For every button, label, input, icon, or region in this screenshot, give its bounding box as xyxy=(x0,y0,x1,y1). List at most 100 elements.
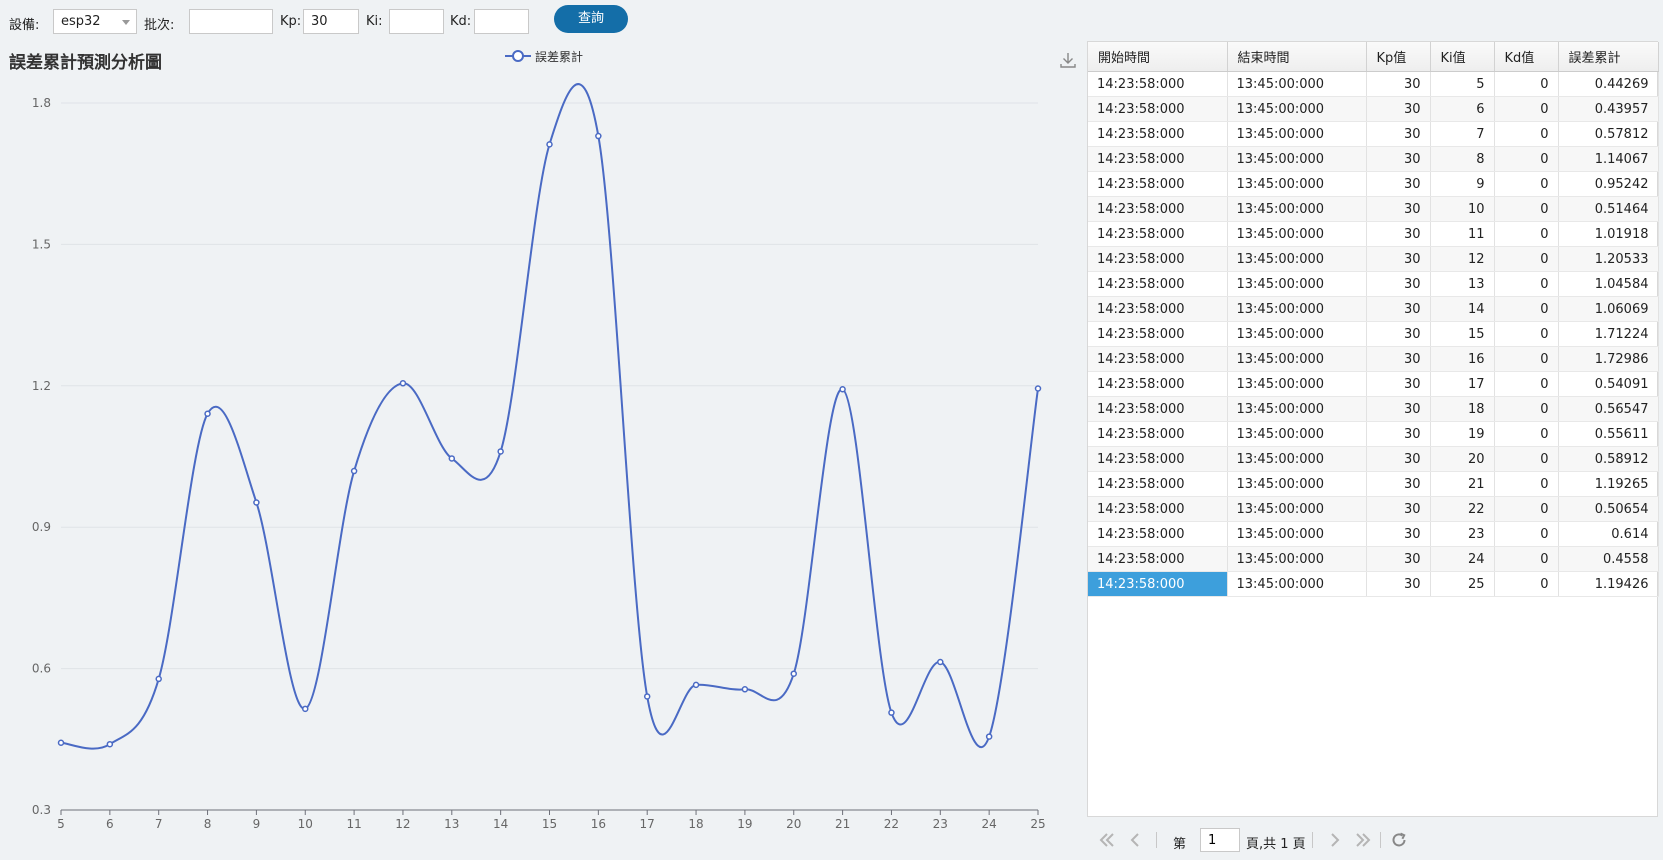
refresh-icon[interactable] xyxy=(1390,831,1408,849)
cell-error-sum[interactable]: 0.51464 xyxy=(1558,196,1659,222)
cell-error-sum[interactable]: 0.56547 xyxy=(1558,396,1659,422)
cell-kd[interactable]: 0 xyxy=(1494,171,1559,197)
cell-kd[interactable]: 0 xyxy=(1494,146,1559,172)
cell-start-time[interactable]: 14:23:58:000 xyxy=(1088,246,1228,272)
cell-kd[interactable]: 0 xyxy=(1494,71,1559,97)
cell-kp[interactable]: 30 xyxy=(1366,446,1431,472)
cell-error-sum[interactable]: 1.01918 xyxy=(1558,221,1659,247)
cell-kd[interactable]: 0 xyxy=(1494,396,1559,422)
cell-error-sum[interactable]: 1.71224 xyxy=(1558,321,1659,347)
cell-error-sum[interactable]: 0.54091 xyxy=(1558,371,1659,397)
table-row[interactable]: 14:23:58:000 13:45:00:000 30 17 0 0.54091 xyxy=(1088,371,1659,397)
cell-ki[interactable]: 20 xyxy=(1430,446,1495,472)
first-page-icon[interactable] xyxy=(1098,831,1116,849)
cell-kd[interactable]: 0 xyxy=(1494,246,1559,272)
query-button[interactable]: 查詢 xyxy=(554,5,628,33)
cell-end-time[interactable]: 13:45:00:000 xyxy=(1227,171,1367,197)
cell-start-time[interactable]: 14:23:58:000 xyxy=(1088,196,1228,222)
cell-error-sum[interactable]: 1.19426 xyxy=(1558,571,1659,597)
batch-input[interactable] xyxy=(189,9,273,34)
cell-error-sum[interactable]: 0.44269 xyxy=(1558,71,1659,97)
cell-ki[interactable]: 9 xyxy=(1430,171,1495,197)
cell-kp[interactable]: 30 xyxy=(1366,346,1431,372)
cell-start-time[interactable]: 14:23:58:000 xyxy=(1088,221,1228,247)
table-row[interactable]: 14:23:58:000 13:45:00:000 30 22 0 0.50654 xyxy=(1088,496,1659,522)
cell-kd[interactable]: 0 xyxy=(1494,271,1559,297)
cell-ki[interactable]: 21 xyxy=(1430,471,1495,497)
column-header-kp[interactable]: Kp值 xyxy=(1366,42,1431,72)
cell-error-sum[interactable]: 0.43957 xyxy=(1558,96,1659,122)
column-header-ki[interactable]: Ki值 xyxy=(1430,42,1495,72)
cell-start-time[interactable]: 14:23:58:000 xyxy=(1088,371,1228,397)
cell-kp[interactable]: 30 xyxy=(1366,71,1431,97)
cell-start-time[interactable]: 14:23:58:000 xyxy=(1088,321,1228,347)
page-number-input[interactable] xyxy=(1200,828,1240,852)
cell-ki[interactable]: 11 xyxy=(1430,221,1495,247)
cell-start-time[interactable]: 14:23:58:000 xyxy=(1088,146,1228,172)
cell-ki[interactable]: 23 xyxy=(1430,521,1495,547)
cell-kp[interactable]: 30 xyxy=(1366,521,1431,547)
table-row[interactable]: 14:23:58:000 13:45:00:000 30 20 0 0.58912 xyxy=(1088,446,1659,472)
cell-kd[interactable]: 0 xyxy=(1494,421,1559,447)
cell-end-time[interactable]: 13:45:00:000 xyxy=(1227,471,1367,497)
cell-error-sum[interactable]: 0.57812 xyxy=(1558,121,1659,147)
cell-end-time[interactable]: 13:45:00:000 xyxy=(1227,71,1367,97)
cell-end-time[interactable]: 13:45:00:000 xyxy=(1227,271,1367,297)
cell-kd[interactable]: 0 xyxy=(1494,371,1559,397)
cell-end-time[interactable]: 13:45:00:000 xyxy=(1227,546,1367,572)
cell-kp[interactable]: 30 xyxy=(1366,396,1431,422)
column-header-start-time[interactable]: 開始時間 xyxy=(1088,42,1228,72)
table-row[interactable]: 14:23:58:000 13:45:00:000 30 15 0 1.71224 xyxy=(1088,321,1659,347)
cell-ki[interactable]: 8 xyxy=(1430,146,1495,172)
cell-kd[interactable]: 0 xyxy=(1494,521,1559,547)
cell-ki[interactable]: 22 xyxy=(1430,496,1495,522)
cell-ki[interactable]: 14 xyxy=(1430,296,1495,322)
device-select[interactable]: esp32 xyxy=(53,9,137,34)
cell-kp[interactable]: 30 xyxy=(1366,96,1431,122)
last-page-icon[interactable] xyxy=(1354,831,1372,849)
cell-kd[interactable]: 0 xyxy=(1494,96,1559,122)
cell-kd[interactable]: 0 xyxy=(1494,446,1559,472)
cell-start-time[interactable]: 14:23:58:000 xyxy=(1088,396,1228,422)
kp-input[interactable] xyxy=(303,9,359,34)
cell-end-time[interactable]: 13:45:00:000 xyxy=(1227,121,1367,147)
download-icon[interactable] xyxy=(1058,50,1078,70)
cell-kp[interactable]: 30 xyxy=(1366,146,1431,172)
cell-start-time[interactable]: 14:23:58:000 xyxy=(1088,496,1228,522)
table-row[interactable]: 14:23:58:000 13:45:00:000 30 9 0 0.95242 xyxy=(1088,171,1659,197)
cell-ki[interactable]: 7 xyxy=(1430,121,1495,147)
cell-ki[interactable]: 19 xyxy=(1430,421,1495,447)
cell-kp[interactable]: 30 xyxy=(1366,271,1431,297)
cell-end-time[interactable]: 13:45:00:000 xyxy=(1227,496,1367,522)
column-header-error-sum[interactable]: 誤差累計 xyxy=(1558,42,1659,72)
cell-kd[interactable]: 0 xyxy=(1494,196,1559,222)
cell-start-time[interactable]: 14:23:58:000 xyxy=(1088,521,1228,547)
cell-start-time[interactable]: 14:23:58:000 xyxy=(1088,171,1228,197)
column-header-end-time[interactable]: 結束時間 xyxy=(1227,42,1367,72)
cell-kd[interactable]: 0 xyxy=(1494,346,1559,372)
cell-kp[interactable]: 30 xyxy=(1366,171,1431,197)
prev-page-icon[interactable] xyxy=(1128,831,1142,849)
table-row[interactable]: 14:23:58:000 13:45:00:000 30 19 0 0.55611 xyxy=(1088,421,1659,447)
cell-kd[interactable]: 0 xyxy=(1494,121,1559,147)
cell-ki[interactable]: 16 xyxy=(1430,346,1495,372)
cell-ki[interactable]: 15 xyxy=(1430,321,1495,347)
cell-error-sum[interactable]: 0.4558 xyxy=(1558,546,1659,572)
cell-kd[interactable]: 0 xyxy=(1494,296,1559,322)
cell-start-time[interactable]: 14:23:58:000 xyxy=(1088,271,1228,297)
ki-input[interactable] xyxy=(389,9,444,34)
cell-end-time[interactable]: 13:45:00:000 xyxy=(1227,396,1367,422)
table-row[interactable]: 14:23:58:000 13:45:00:000 30 5 0 0.44269 xyxy=(1088,71,1659,97)
table-row[interactable]: 14:23:58:000 13:45:00:000 30 13 0 1.04584 xyxy=(1088,271,1659,297)
cell-error-sum[interactable]: 0.614 xyxy=(1558,521,1659,547)
table-row[interactable]: 14:23:58:000 13:45:00:000 30 12 0 1.20533 xyxy=(1088,246,1659,272)
cell-kp[interactable]: 30 xyxy=(1366,121,1431,147)
cell-kp[interactable]: 30 xyxy=(1366,196,1431,222)
table-row[interactable]: 14:23:58:000 13:45:00:000 30 7 0 0.57812 xyxy=(1088,121,1659,147)
cell-error-sum[interactable]: 0.95242 xyxy=(1558,171,1659,197)
cell-ki[interactable]: 10 xyxy=(1430,196,1495,222)
column-header-kd[interactable]: Kd值 xyxy=(1494,42,1559,72)
cell-ki[interactable]: 17 xyxy=(1430,371,1495,397)
cell-end-time[interactable]: 13:45:00:000 xyxy=(1227,96,1367,122)
cell-kd[interactable]: 0 xyxy=(1494,546,1559,572)
